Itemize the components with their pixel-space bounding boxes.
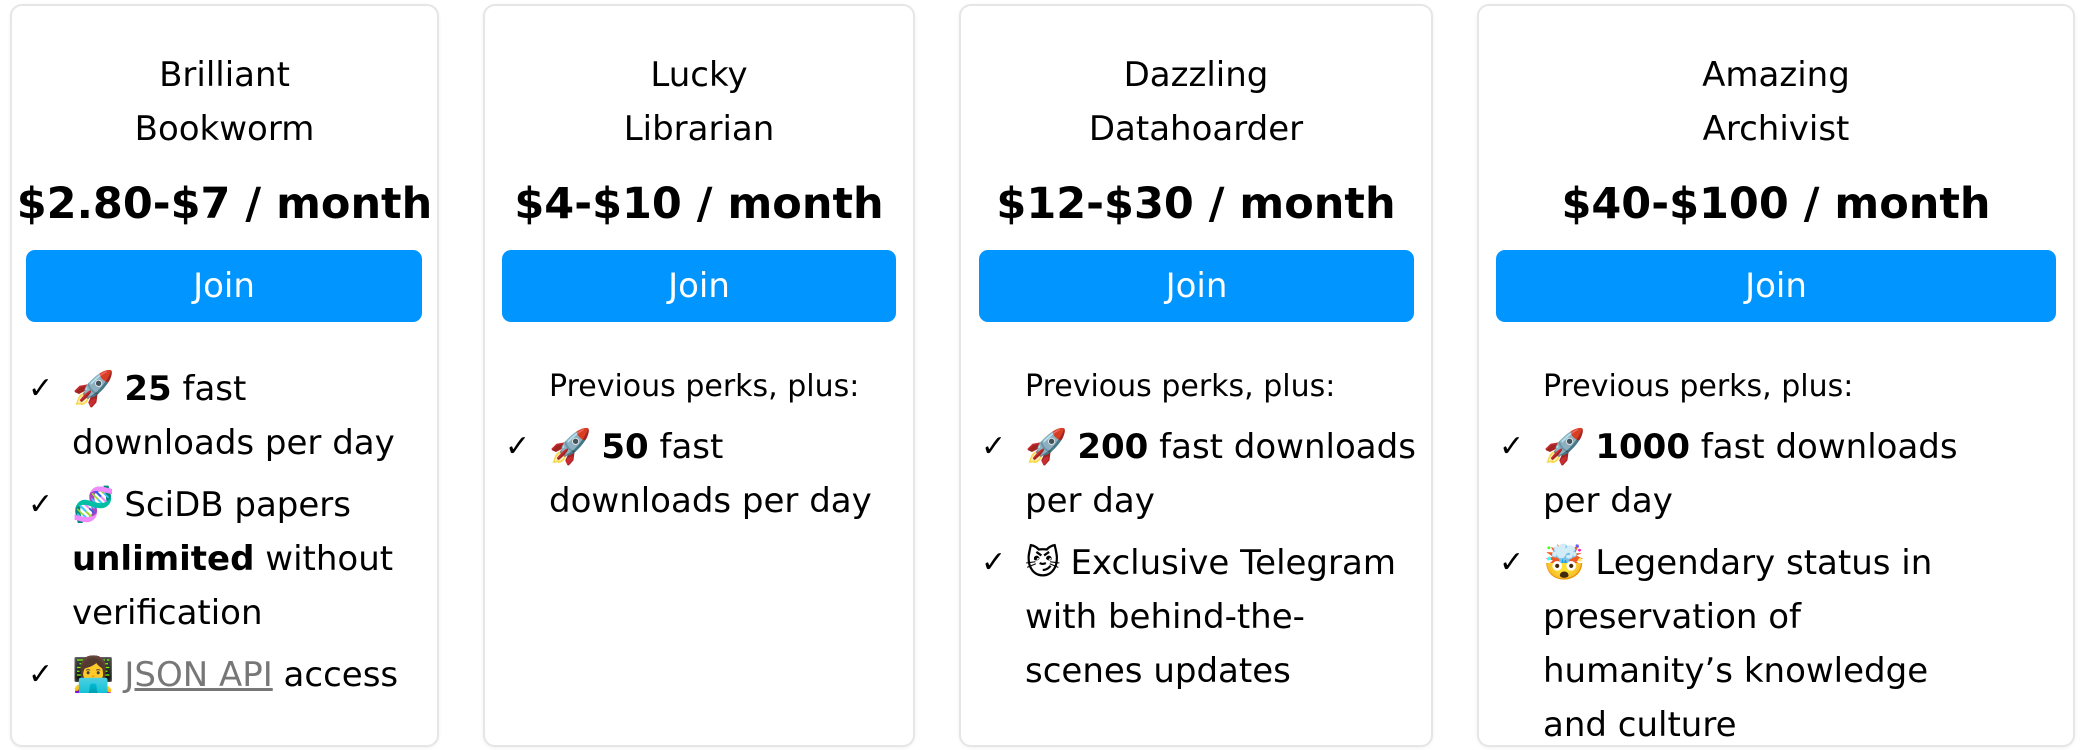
previous-perks-note: Previous perks, plus: [1025, 369, 1336, 404]
rocket-icon: 🚀 [1025, 427, 1068, 467]
smirking-cat-icon: 😼 [1025, 543, 1061, 583]
technologist-icon: 👩‍💻 [72, 655, 115, 695]
tier-name: Lucky Librarian [623, 55, 775, 149]
check-icon: ✓ [505, 429, 531, 464]
previous-perks-note: Previous perks, plus: [1543, 369, 1854, 404]
join-button[interactable]: Join [979, 250, 1414, 322]
perk-item: ✓ 🚀 200 fast downloads per day [981, 420, 1417, 528]
tier-price: $2.80-$7 / month [16, 179, 433, 229]
perk-item: ✓ 😼 Exclusive Telegram with behind-the-sc… [981, 536, 1417, 698]
perk-item: ✓ 🧬 SciDB papers unlimited without verifi… [28, 478, 428, 640]
perk-item: ✓ 🚀 50 fast downloads per day [505, 420, 907, 528]
check-icon: ✓ [981, 545, 1007, 580]
check-icon: ✓ [28, 657, 54, 692]
perk-list: ✓ 🚀 25 fast downloads per day ✓ 🧬 SciDB pa… [28, 362, 428, 702]
check-icon: ✓ [28, 371, 54, 406]
check-icon: ✓ [981, 429, 1007, 464]
perk-item: ✓ 🚀 25 fast downloads per day [28, 362, 428, 470]
tier-name: Amazing Archivist [1702, 55, 1850, 149]
tier-price: $40-$100 / month [1561, 179, 1991, 229]
tier-card-dazzling-datahoarder: Dazzling Datahoarder $12-$30 / month Joi… [959, 4, 1433, 747]
join-button[interactable]: Join [26, 250, 422, 322]
perk-item: ✓ 🤯 Legendary status in preservation of h… [1499, 536, 1969, 750]
tier-price: $12-$30 / month [996, 179, 1396, 229]
join-button[interactable]: Join [502, 250, 896, 322]
join-button[interactable]: Join [1496, 250, 2056, 322]
dna-icon: 🧬 [72, 485, 115, 525]
tier-card-brilliant-bookworm: Brilliant Bookworm $2.80-$7 / month Join… [10, 4, 439, 747]
tier-card-lucky-librarian: Lucky Librarian $4-$10 / month Join Prev… [483, 4, 915, 747]
rocket-icon: 🚀 [1543, 427, 1586, 467]
check-icon: ✓ [1499, 429, 1525, 464]
rocket-icon: 🚀 [72, 369, 115, 409]
perk-list: Previous perks, plus: ✓ 🚀 1000 fast downl… [1499, 358, 1969, 750]
perk-list: Previous perks, plus: ✓ 🚀 50 fast downloa… [505, 358, 907, 528]
perk-item: ✓ 🚀 1000 fast downloads per day [1499, 420, 1969, 528]
check-icon: ✓ [28, 487, 54, 522]
tier-card-amazing-archivist: Amazing Archivist $40-$100 / month Join … [1477, 4, 2075, 747]
check-icon: ✓ [1499, 545, 1525, 580]
tier-price: $4-$10 / month [514, 179, 884, 229]
tier-name: Brilliant Bookworm [134, 55, 315, 149]
json-api-link[interactable]: JSON API [124, 655, 272, 695]
tier-name: Dazzling Datahoarder [1088, 55, 1304, 149]
perk-list: Previous perks, plus: ✓ 🚀 200 fast downlo… [981, 358, 1417, 698]
rocket-icon: 🚀 [549, 427, 592, 467]
previous-perks-note: Previous perks, plus: [549, 369, 860, 404]
exploding-head-icon: 🤯 [1543, 543, 1586, 583]
perk-item: ✓ 👩‍💻 JSON API access [28, 648, 428, 702]
